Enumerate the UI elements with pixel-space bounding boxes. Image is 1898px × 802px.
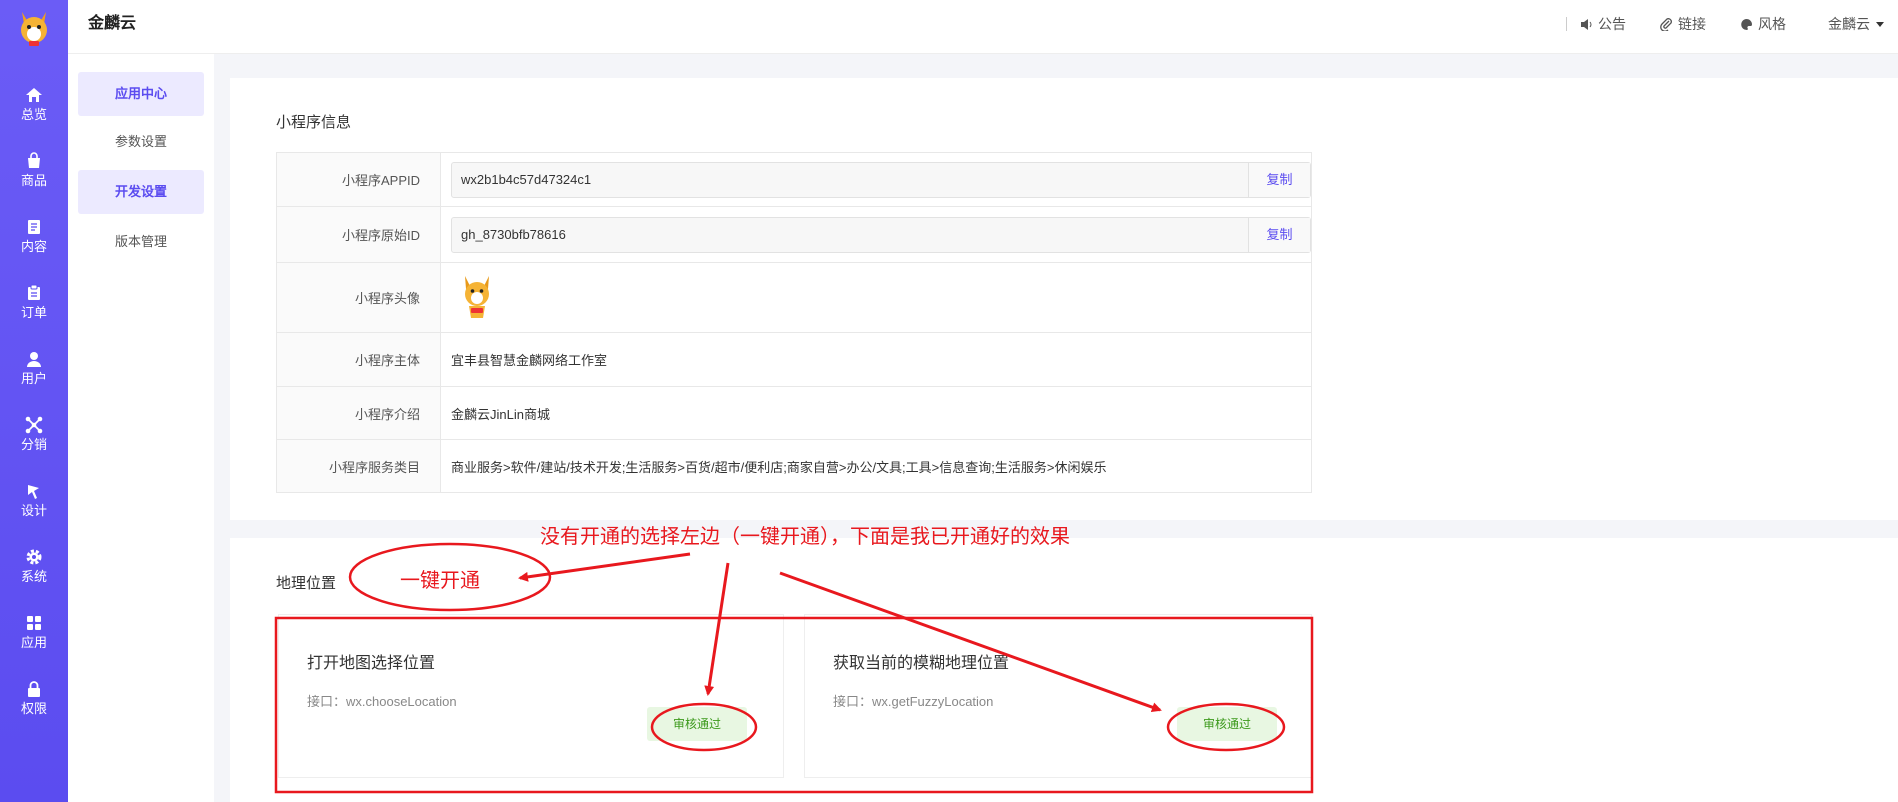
rail-item-users[interactable]: 用户 bbox=[0, 342, 68, 398]
subject-value: 宜丰县智慧金麟网络工作室 bbox=[440, 332, 1312, 387]
secondary-menu: 应用中心 参数设置 开发设置 版本管理 bbox=[68, 54, 214, 802]
rail-item-label: 用户 bbox=[20, 371, 47, 386]
rail-item-label: 总览 bbox=[20, 107, 47, 122]
table-row: 小程序主体 宜丰县智慧金麟网络工作室 bbox=[276, 332, 1312, 387]
style-label: 风格 bbox=[1758, 16, 1786, 32]
original-id-field: gh_8730bfb78616 复制 bbox=[451, 216, 1311, 253]
notice-label: 公告 bbox=[1598, 16, 1626, 32]
rail-item-label: 应用 bbox=[20, 635, 47, 650]
clipboard-icon bbox=[28, 284, 40, 300]
rail-item-label: 商品 bbox=[20, 173, 47, 188]
rail-item-apps[interactable]: 应用 bbox=[0, 606, 68, 662]
submenu-params[interactable]: 参数设置 bbox=[78, 120, 204, 164]
rail-item-label: 系统 bbox=[20, 569, 47, 584]
rail-item-permissions[interactable]: 权限 bbox=[0, 672, 68, 728]
rail-item-orders[interactable]: 订单 bbox=[0, 276, 68, 332]
row-label: 小程序主体 bbox=[276, 332, 441, 387]
copy-original-id-button[interactable]: 复制 bbox=[1248, 217, 1310, 252]
submenu-dev-settings[interactable]: 开发设置 bbox=[78, 170, 204, 214]
links-link[interactable]: 链接 bbox=[1660, 0, 1706, 48]
brand-title: 金麟云 bbox=[88, 15, 137, 32]
rail-item-design[interactable]: 设计 bbox=[0, 474, 68, 530]
rail-item-content[interactable]: 内容 bbox=[0, 210, 68, 266]
speaker-icon bbox=[1581, 19, 1592, 30]
miniprogram-avatar bbox=[465, 275, 489, 318]
gear-icon bbox=[26, 549, 42, 565]
submenu-app-center[interactable]: 应用中心 bbox=[78, 72, 204, 116]
table-row: 小程序原始ID gh_8730bfb78616 复制 bbox=[276, 206, 1312, 263]
rail-item-distribution[interactable]: 分销 bbox=[0, 408, 68, 464]
miniprogram-section-title: 小程序信息 bbox=[276, 114, 352, 131]
location-item-fuzzy: 获取当前的模糊地理位置 接口：wx.getFuzzyLocation 审核通过 bbox=[804, 614, 1312, 778]
rail-item-overview[interactable]: 总览 bbox=[0, 78, 68, 134]
copy-appid-button[interactable]: 复制 bbox=[1248, 162, 1310, 197]
miniprogram-info-table: 小程序APPID wx2b1b4c57d47324c1 复制 小程序原始ID g… bbox=[276, 152, 1312, 493]
paperclip-icon bbox=[1660, 18, 1672, 31]
original-id-value[interactable]: gh_8730bfb78616 bbox=[452, 218, 1248, 252]
location-item-api: 接口：wx.chooseLocation bbox=[307, 694, 457, 709]
bag-icon bbox=[28, 152, 40, 168]
category-value: 商业服务>软件/建站/技术开发;生活服务>百货/超市/便利店;商家自营>办公/文… bbox=[440, 439, 1312, 493]
home-icon bbox=[26, 88, 42, 102]
user-icon bbox=[27, 352, 41, 367]
rail-item-label: 内容 bbox=[20, 239, 47, 254]
row-label: 小程序服务类目 bbox=[276, 439, 441, 493]
links-label: 链接 bbox=[1678, 16, 1706, 32]
table-row: 小程序介绍 金麟云JinLin商城 bbox=[276, 386, 1312, 440]
palette-icon bbox=[1741, 19, 1753, 31]
mascot-logo-icon bbox=[21, 12, 47, 46]
location-item-title: 获取当前的模糊地理位置 bbox=[833, 655, 1010, 672]
table-row: 小程序服务类目 商业服务>软件/建站/技术开发;生活服务>百货/超市/便利店;商… bbox=[276, 439, 1312, 493]
submenu-version[interactable]: 版本管理 bbox=[78, 220, 204, 264]
row-label: 小程序APPID bbox=[276, 152, 441, 207]
rail-item-label: 订单 bbox=[20, 305, 47, 320]
table-row: 小程序APPID wx2b1b4c57d47324c1 复制 bbox=[276, 152, 1312, 207]
document-icon bbox=[28, 220, 40, 234]
location-item-api: 接口：wx.getFuzzyLocation bbox=[833, 694, 994, 709]
row-label: 小程序介绍 bbox=[276, 386, 441, 440]
rail-item-system[interactable]: 系统 bbox=[0, 540, 68, 596]
location-item-title: 打开地图选择位置 bbox=[307, 655, 436, 672]
user-menu[interactable]: 金麟云 bbox=[1828, 0, 1884, 48]
network-icon bbox=[25, 416, 43, 434]
header-divider bbox=[1566, 17, 1567, 31]
user-name: 金麟云 bbox=[1828, 16, 1870, 32]
top-header: 金麟云 公告 链接 风格 金麟云 bbox=[68, 0, 1898, 54]
location-item-choose: 打开地图选择位置 接口：wx.chooseLocation 审核通过 bbox=[278, 614, 784, 778]
rail-item-label: 权限 bbox=[20, 701, 47, 716]
lock-icon bbox=[28, 681, 40, 697]
design-icon bbox=[28, 485, 39, 499]
location-section-title: 地理位置 bbox=[276, 575, 337, 592]
appid-value[interactable]: wx2b1b4c57d47324c1 bbox=[452, 163, 1248, 197]
rail-item-label: 设计 bbox=[20, 503, 47, 518]
left-nav-rail: 总览 商品 内容 订单 用户 分销 设计 系统 应用 权限 bbox=[0, 0, 68, 802]
notice-link[interactable]: 公告 bbox=[1580, 0, 1626, 48]
status-badge: 审核通过 bbox=[1177, 707, 1277, 741]
rail-item-label: 分销 bbox=[20, 437, 47, 452]
row-label: 小程序头像 bbox=[276, 262, 441, 333]
appid-field: wx2b1b4c57d47324c1 复制 bbox=[451, 161, 1311, 198]
grid-icon bbox=[27, 616, 41, 630]
status-badge: 审核通过 bbox=[647, 707, 747, 741]
table-row: 小程序头像 bbox=[276, 262, 1312, 333]
caret-down-icon bbox=[1875, 22, 1884, 27]
intro-value: 金麟云JinLin商城 bbox=[440, 386, 1312, 440]
row-label: 小程序原始ID bbox=[276, 206, 441, 263]
rail-item-goods[interactable]: 商品 bbox=[0, 144, 68, 200]
style-link[interactable]: 风格 bbox=[1740, 0, 1786, 48]
annotation-note: 没有开通的选择左边（一键开通），下面是我已开通好的效果 bbox=[540, 526, 1070, 548]
annotation-one-click: 一键开通 bbox=[400, 570, 480, 592]
